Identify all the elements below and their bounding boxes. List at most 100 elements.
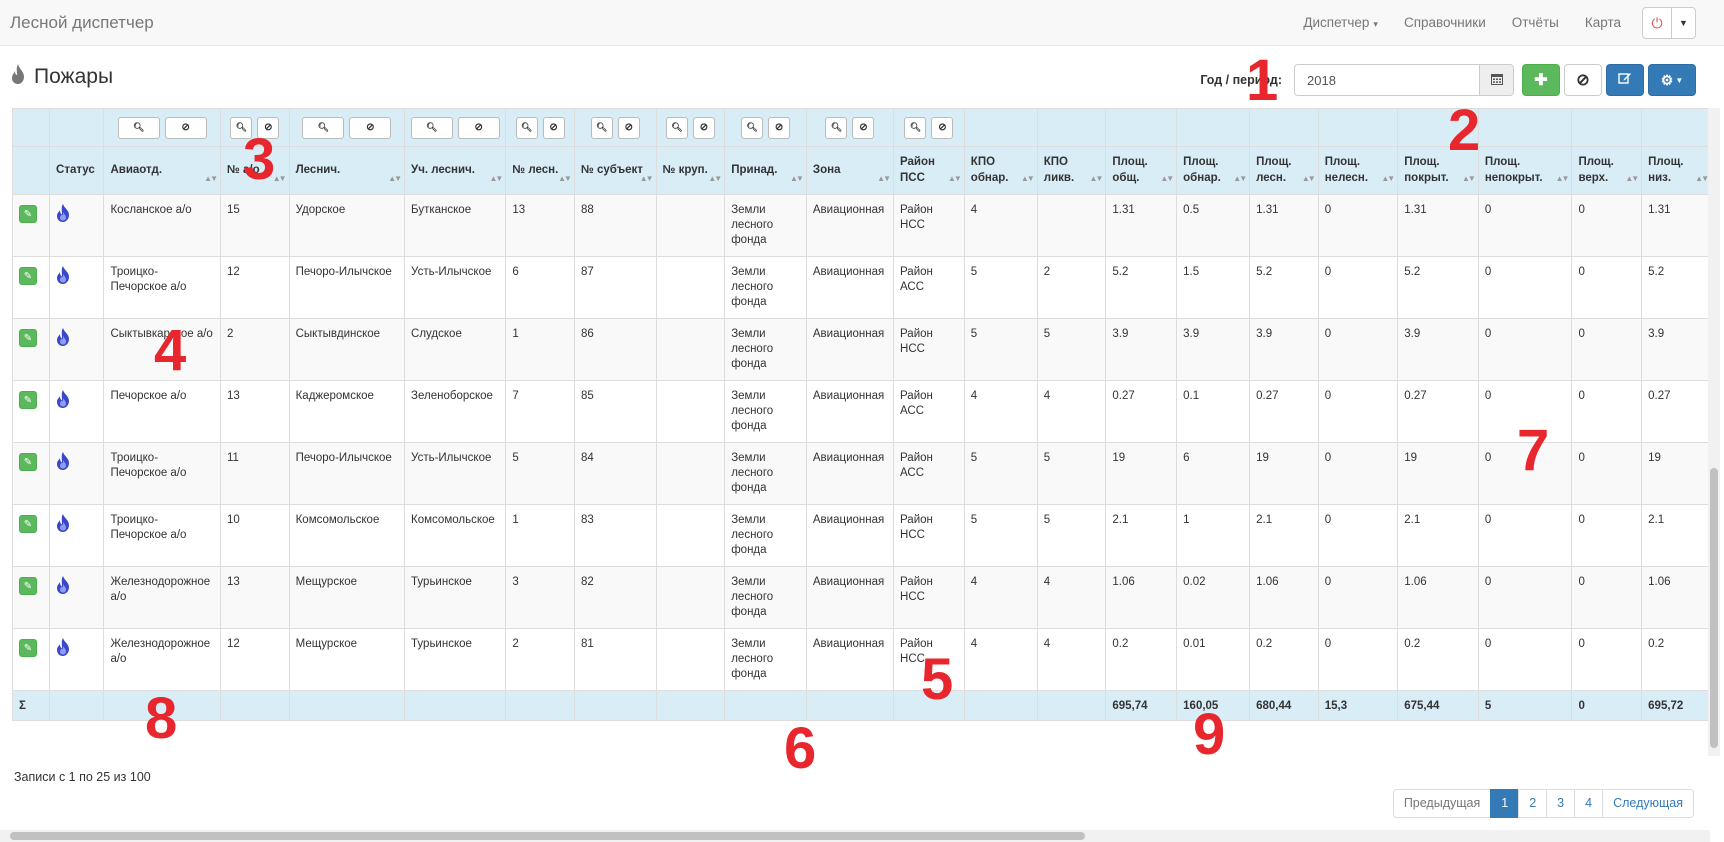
sort-icon: ▲▼ [639,174,654,184]
sort-icon: ▲▼ [1089,174,1104,184]
table-cell: Печоро-Илычское [288,256,406,319]
column-header[interactable]: Площ. лесн. ▲▼ [1249,146,1319,195]
filter-cell: 🔍︎ ⊘ [505,108,575,147]
table-cell: 0 [1571,566,1643,629]
pagination-page-4[interactable]: 4 [1574,789,1604,818]
filter-clear-button[interactable]: ⊘ [617,116,640,139]
calendar-button[interactable] [1480,64,1514,96]
filter-clear-button[interactable]: ⊘ [164,116,207,139]
row-edit-button[interactable]: ✎ [19,267,37,285]
filter-clear-button[interactable]: ⊘ [457,116,500,139]
column-header[interactable]: Площ. общ. ▲▼ [1105,146,1178,195]
row-edit-button[interactable]: ✎ [19,205,37,223]
table-cell: 4 [963,628,1038,691]
pagination-page-2[interactable]: 2 [1518,789,1548,818]
column-header[interactable]: № круп. ▲▼ [655,146,726,195]
column-header[interactable]: Авиаотд. ▲▼ [103,146,221,195]
table-cell: 0 [1317,194,1399,257]
row-edit-button[interactable]: ✎ [19,391,37,409]
column-header[interactable]: Уч. леснич. ▲▼ [404,146,507,195]
filter-buttons: 🔍︎ ⊘ [577,116,654,139]
column-header[interactable]: Принад. ▲▼ [724,146,807,195]
column-header[interactable]: КПО обнар. ▲▼ [963,146,1038,195]
brand-title[interactable]: Лесной диспетчер [10,13,154,33]
filter-clear-button[interactable]: ⊘ [692,116,715,139]
filter-clear-button[interactable]: ⊘ [768,116,791,139]
nav-map-link[interactable]: Карта [1572,0,1634,46]
search-icon: 🔍︎ [425,122,438,132]
table-cell: 3.9 [1105,318,1178,381]
filter-search-button[interactable]: 🔍︎ [825,116,848,139]
table-cell: 0.27 [1105,380,1178,443]
column-header[interactable]: Площ. непокрыт. ▲▼ [1477,146,1573,195]
horizontal-scrollbar[interactable] [0,830,1710,842]
row-edit-button[interactable]: ✎ [19,453,37,471]
table-cell: Авиационная [805,442,895,505]
add-fire-button[interactable]: ✚ [1522,64,1560,96]
column-header[interactable]: КПО ликв. ▲▼ [1036,146,1107,195]
power-button[interactable]: ⏻ [1642,7,1672,39]
row-edit-button[interactable]: ✎ [19,577,37,595]
column-header[interactable]: Район ПСС ▲▼ [893,146,965,195]
row-edit-button[interactable]: ✎ [19,329,37,347]
nav-dispatcher-menu[interactable]: Диспетчер ▾ [1290,0,1391,47]
table-cell: 1.31 [1641,194,1710,257]
totals-empty-cell [805,690,895,721]
column-header[interactable]: Площ. верх. ▲▼ [1571,146,1643,195]
column-header[interactable]: Площ. низ. ▲▼ [1641,146,1710,195]
pagination-prev[interactable]: Предыдущая [1392,789,1492,818]
filter-clear-button[interactable]: ⊘ [349,116,392,139]
table-cell: 0 [1477,256,1573,319]
table-cell: 0.27 [1397,380,1479,443]
filter-search-button[interactable]: 🔍︎ [904,116,927,139]
vertical-scrollbar-thumb[interactable] [1710,468,1718,748]
row-edit-cell: ✎ [12,504,51,567]
table-row: ✎ Сыктывкарское а/о 2 Сыктывдинское Слудское… [12,318,1710,381]
table-cell: 0 [1477,194,1573,257]
table-cell: Усть-Илычское [404,442,507,505]
nav-reports-link[interactable]: Отчёты [1499,0,1572,46]
vertical-scrollbar[interactable] [1708,108,1720,756]
filter-clear-button[interactable]: ⊘ [852,116,875,139]
power-icon: ⏻ [1651,14,1663,31]
table-cell: 4 [1036,566,1107,629]
filter-clear-button[interactable]: ⊘ [931,116,954,139]
filter-search-button[interactable]: 🔍︎ [590,116,613,139]
column-header[interactable]: Зона ▲▼ [805,146,895,195]
table-cell: Земли лесного фонда [724,504,807,567]
horizontal-scrollbar-thumb[interactable] [10,832,1085,840]
filter-search-button[interactable]: 🔍︎ [515,116,538,139]
search-icon: 🔍︎ [746,122,758,132]
table-cell: Авиационная [805,566,895,629]
column-header[interactable]: Площ. нелесн. ▲▼ [1317,146,1399,195]
column-header[interactable]: № лесн. ▲▼ [505,146,575,195]
row-status-cell [49,566,105,629]
reset-filter-button[interactable]: ⊘ [1564,64,1602,96]
filter-search-button[interactable]: 🔍︎ [741,116,764,139]
pagination-next[interactable]: Следующая [1602,789,1694,818]
column-header[interactable]: № субъект ▲▼ [573,146,657,195]
table-cell: Земли лесного фонда [724,628,807,691]
pagination-page-3[interactable]: 3 [1546,789,1576,818]
filter-search-button[interactable]: 🔍︎ [117,116,160,139]
table-cell: 1.06 [1105,566,1178,629]
table-cell: 0.27 [1641,380,1710,443]
filter-search-button[interactable]: 🔍︎ [665,116,688,139]
fire-status-icon [56,452,97,473]
table-cell: Турьинское [404,566,507,629]
filter-search-button[interactable]: 🔍︎ [410,116,453,139]
column-header[interactable]: Леснич. ▲▼ [288,146,406,195]
filter-search-button[interactable]: 🔍︎ [302,116,345,139]
edit-button[interactable] [1606,64,1644,96]
column-header[interactable]: Площ. обнар. ▲▼ [1176,146,1251,195]
row-edit-button[interactable]: ✎ [19,639,37,657]
settings-dropdown-button[interactable]: ⚙ ▼ [1648,64,1696,96]
pagination-page-1[interactable]: 1 [1490,789,1520,818]
filter-clear-button[interactable]: ⊘ [542,116,565,139]
year-period-input[interactable] [1294,64,1480,96]
nav-directories-link[interactable]: Справочники [1391,0,1499,46]
row-edit-button[interactable]: ✎ [19,515,37,533]
filter-cell: 🔍︎ ⊘ [805,108,895,147]
power-dropdown-toggle[interactable]: ▼ [1672,7,1696,39]
search-icon: 🔍︎ [909,122,922,132]
